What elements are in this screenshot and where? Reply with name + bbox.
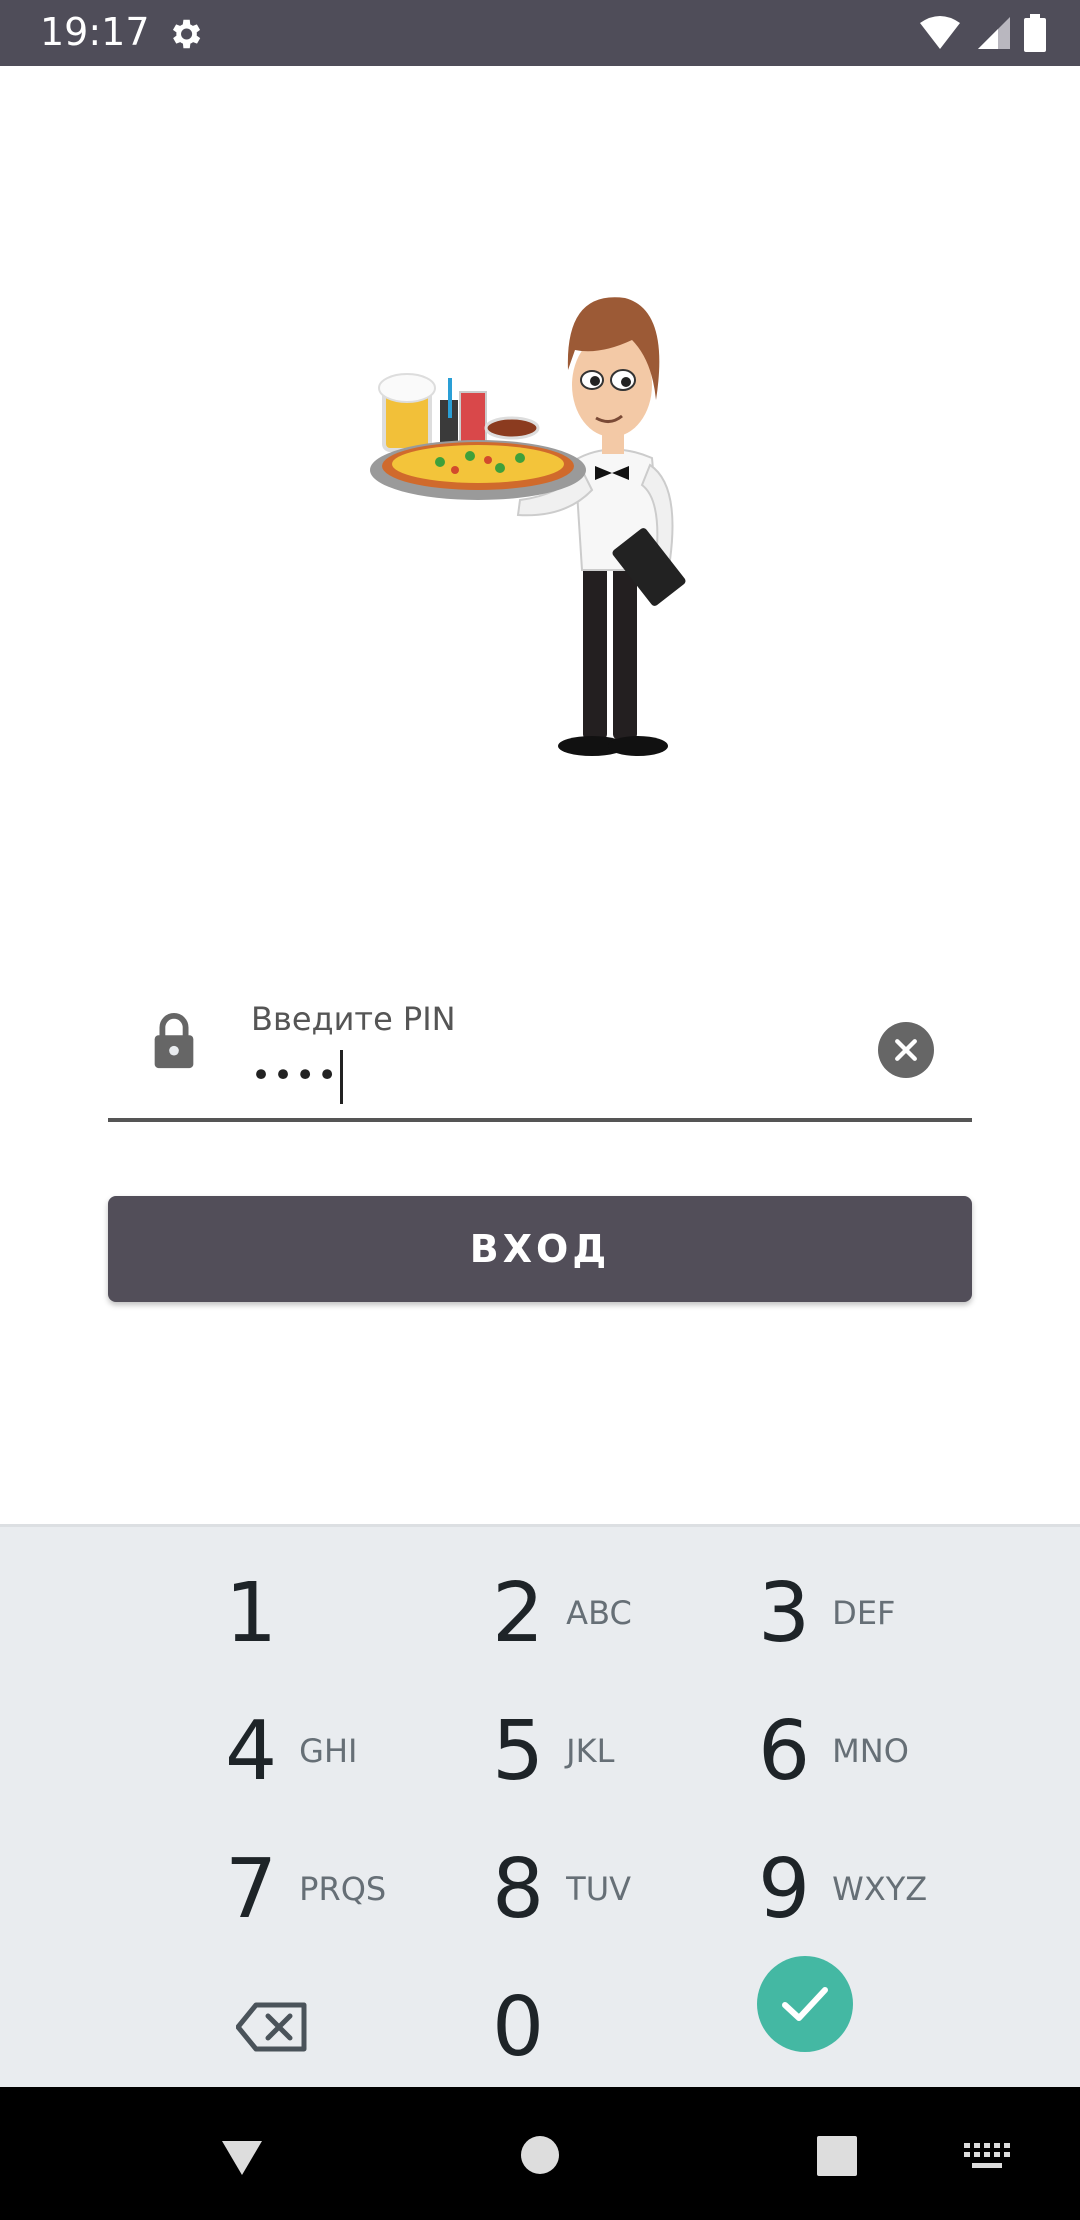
- key-digit: 7: [225, 1841, 278, 1937]
- clear-icon: [895, 1039, 917, 1061]
- key-letters: DEF: [832, 1594, 896, 1632]
- key-0[interactable]: 0: [492, 1967, 752, 2087]
- pin-field-label: Введите PIN: [251, 1000, 456, 1038]
- lock-icon: [154, 1013, 194, 1069]
- done-check-icon: [782, 1987, 828, 2021]
- key-digit: 9: [758, 1841, 811, 1937]
- keyboard-icon[interactable]: [964, 2143, 1010, 2173]
- cell-signal-icon: [978, 17, 1010, 49]
- key-digit: 2: [492, 1565, 545, 1661]
- recents-icon[interactable]: [816, 2135, 858, 2177]
- key-4[interactable]: 4 GHI: [225, 1691, 485, 1811]
- pin-masked-value: ••••: [251, 1055, 340, 1096]
- key-digit: 5: [492, 1703, 545, 1799]
- status-icons: [918, 14, 1046, 52]
- pin-input[interactable]: ••••: [251, 1050, 344, 1104]
- status-bar: 19:17: [0, 0, 1080, 66]
- key-digit: 0: [492, 1979, 545, 2075]
- key-7[interactable]: 7 PRQS: [225, 1829, 485, 1949]
- key-letters: MNO: [832, 1732, 909, 1770]
- key-9[interactable]: 9 WXYZ: [758, 1829, 1018, 1949]
- field-underline: [108, 1118, 972, 1122]
- text-caret: [340, 1050, 344, 1104]
- key-digit: 3: [758, 1565, 811, 1661]
- status-time: 19:17: [40, 10, 150, 54]
- numeric-keypad: 1 2 ABC 3 DEF 4 GHI 5 JKL 6 MNO 7 PRQS 8…: [0, 1524, 1080, 2090]
- key-5[interactable]: 5 JKL: [492, 1691, 752, 1811]
- backspace-icon: [236, 2002, 307, 2052]
- key-letters: JKL: [566, 1732, 615, 1770]
- backspace-key[interactable]: [236, 1967, 496, 2087]
- waiter-illustration: [370, 297, 686, 756]
- home-icon[interactable]: [520, 2135, 560, 2175]
- done-key[interactable]: [757, 1956, 853, 2052]
- key-letters: WXYZ: [832, 1870, 928, 1908]
- key-2[interactable]: 2 ABC: [492, 1553, 752, 1673]
- key-letters: ABC: [566, 1594, 632, 1632]
- key-6[interactable]: 6 MNO: [758, 1691, 1018, 1811]
- key-3[interactable]: 3 DEF: [758, 1553, 1018, 1673]
- navigation-bar: [0, 2087, 1080, 2220]
- back-icon[interactable]: [218, 2137, 266, 2179]
- key-digit: 1: [225, 1565, 278, 1661]
- pin-input-field[interactable]: Введите PIN ••••: [108, 990, 972, 1126]
- key-digit: 8: [492, 1841, 545, 1937]
- key-8[interactable]: 8 TUV: [492, 1829, 752, 1949]
- key-letters: GHI: [299, 1732, 358, 1770]
- wifi-icon: [920, 16, 960, 49]
- login-button[interactable]: ВХОД: [108, 1196, 972, 1302]
- key-1[interactable]: 1: [225, 1553, 485, 1673]
- key-letters: TUV: [566, 1870, 632, 1908]
- key-digit: 6: [758, 1703, 811, 1799]
- key-digit: 4: [225, 1703, 278, 1799]
- clear-pin-button[interactable]: [878, 1022, 934, 1078]
- key-letters: PRQS: [299, 1870, 387, 1908]
- battery-icon: [1024, 14, 1046, 52]
- settings-gear-icon: [172, 19, 201, 49]
